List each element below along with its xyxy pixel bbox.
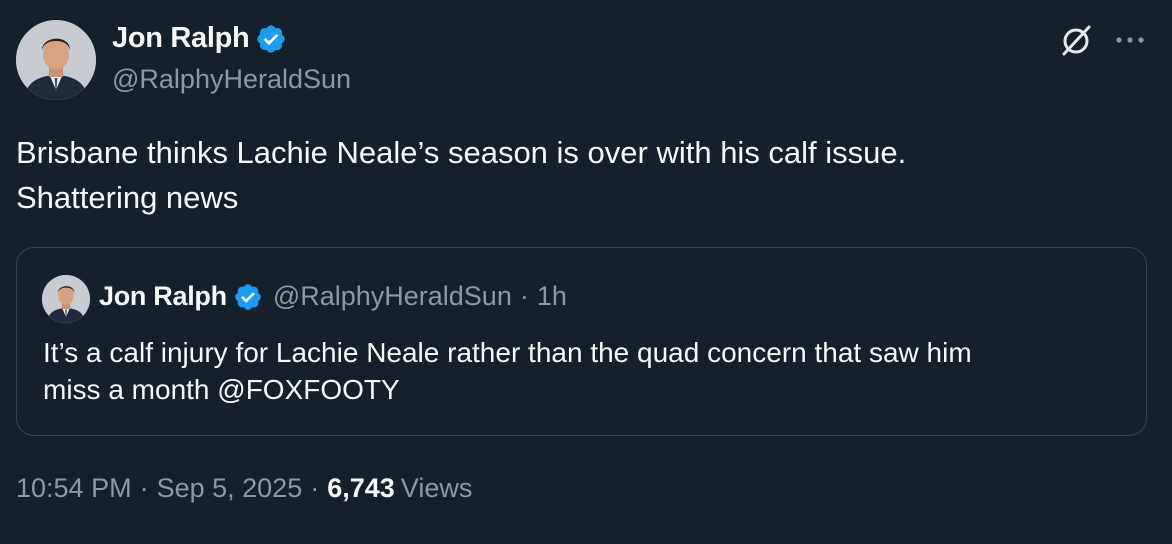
separator-dot: · [139,473,149,503]
quoted-header: Jon Ralph @RalphyHeraldSun · 1h [99,281,567,312]
grok-button[interactable] [1056,20,1096,60]
author-avatar[interactable] [16,20,96,100]
more-options-button[interactable] [1110,20,1150,60]
tweet-time[interactable]: 10:54 PM [16,473,132,503]
verified-badge-icon[interactable] [233,282,263,312]
views-label[interactable]: Views [401,473,473,503]
tweet-date[interactable]: Sep 5, 2025 [157,473,303,503]
grok-icon [1062,25,1091,56]
tweet-card: Jon Ralph @RalphyHeraldSun Brisbane thin… [0,0,1172,544]
more-options-icon [1116,37,1144,43]
quoted-tweet-text: It’s a calf injury for Lachie Neale rath… [43,334,1133,408]
author-name[interactable]: Jon Ralph [112,22,250,55]
avatar-image [16,20,96,100]
verified-badge-icon[interactable] [255,23,287,55]
quoted-text-line: It’s a calf injury for Lachie Neale rath… [43,337,972,368]
quoted-text-line: miss a month @FOXFOOTY [43,374,400,405]
quoted-author-handle[interactable]: @RalphyHeraldSun [273,281,512,312]
tweet-text-line: Brisbane thinks Lachie Neale’s season is… [16,135,907,170]
quoted-author-name[interactable]: Jon Ralph [99,281,227,312]
separator-dot: · [519,281,529,311]
author-handle[interactable]: @RalphyHeraldSun [112,64,351,95]
tweet-meta: 10:54 PM · Sep 5, 2025 · 6,743 Views [16,473,472,504]
tweet-text: Brisbane thinks Lachie Neale’s season is… [16,130,1136,220]
quoted-author-avatar[interactable] [42,275,90,323]
author-name-row: Jon Ralph [112,22,287,55]
avatar-image [42,275,90,323]
separator-dot: · [310,473,320,503]
quoted-timestamp[interactable]: 1h [537,281,567,312]
tweet-text-line: Shattering news [16,180,239,215]
views-count[interactable]: 6,743 [327,473,395,503]
quoted-tweet[interactable]: Jon Ralph @RalphyHeraldSun · 1h It’s a c… [16,247,1147,436]
